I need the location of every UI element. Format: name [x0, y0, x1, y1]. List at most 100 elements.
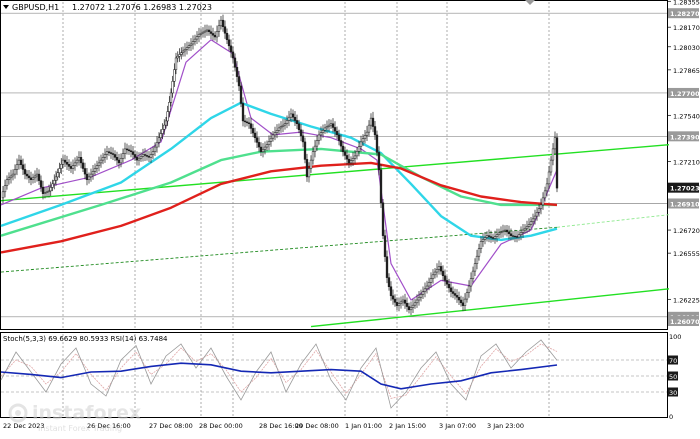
candle-body	[54, 176, 58, 181]
candle-body	[60, 164, 63, 169]
candle-body	[63, 159, 67, 163]
candle-body	[97, 162, 101, 166]
candle-body	[311, 151, 315, 161]
candle-body	[101, 157, 105, 161]
candle-body	[9, 175, 13, 179]
candle-body	[437, 266, 441, 270]
candle-body	[113, 154, 117, 158]
candle-body	[157, 137, 161, 143]
candle-body	[553, 137, 557, 150]
candle-body	[171, 81, 174, 94]
candle-body	[391, 295, 395, 300]
candle-body	[255, 137, 259, 143]
candle-body	[291, 113, 295, 118]
candle-body	[164, 120, 168, 126]
candle-body	[31, 177, 35, 180]
candle-body	[168, 102, 171, 112]
candle-body	[327, 124, 331, 127]
candle-body	[287, 116, 291, 121]
oscillator-tick-label: 30	[669, 389, 677, 397]
candle-body	[531, 218, 535, 222]
candle-body	[1, 191, 5, 199]
candle-body	[525, 226, 529, 229]
candle-body	[551, 148, 555, 161]
chart-canvas[interactable]: 1.28355 1.28170 1.28030 1.27865 1.27540 1.272…	[0, 0, 700, 435]
candle-body	[103, 154, 107, 158]
candle-body	[419, 294, 423, 298]
candle-body	[75, 159, 79, 164]
candle-body	[251, 128, 255, 134]
candle-body	[527, 224, 531, 227]
candle-body	[237, 76, 241, 87]
x-axis-label: 3 Jan 07:00	[439, 422, 476, 430]
chart-window: 1.28355 1.28170 1.28030 1.27865 1.27540 1.272…	[0, 0, 700, 435]
candle-body	[155, 142, 159, 148]
candle-body	[223, 26, 227, 34]
candle-body	[51, 183, 54, 188]
y-axis-tick-label: 1.26720	[673, 227, 700, 235]
level-price-label: 1.28270	[670, 10, 700, 18]
candle-body	[485, 235, 489, 238]
candle-body	[429, 278, 433, 283]
candle-body	[135, 157, 139, 161]
candle-body	[409, 307, 413, 311]
candle-body	[273, 132, 277, 136]
candle-body	[481, 239, 485, 242]
candle-body	[11, 173, 15, 177]
candle-body	[539, 204, 543, 209]
candle-body	[433, 271, 437, 276]
candle-body	[231, 51, 235, 59]
candle-body	[499, 231, 503, 234]
candle-body	[178, 54, 181, 57]
candle-body	[245, 121, 249, 124]
level-price-label: 1.27700	[670, 90, 700, 98]
candle-body	[277, 127, 281, 131]
candle-body	[299, 129, 303, 137]
candle-body	[243, 120, 247, 123]
candle-body	[293, 116, 297, 121]
watermark-tagline: Instant Forex Trading	[38, 424, 122, 433]
candle-body	[375, 134, 379, 153]
candle-body	[309, 159, 313, 169]
candle-body	[439, 266, 443, 272]
candle-body	[129, 150, 133, 152]
candle-body	[529, 221, 533, 225]
candle-body	[443, 275, 447, 281]
candle-body	[279, 126, 283, 129]
candle-body	[325, 126, 329, 129]
candle-body	[463, 298, 467, 306]
candle-body	[227, 39, 231, 47]
candle-body	[93, 168, 97, 172]
level-price-label: 1.27390	[670, 133, 700, 141]
candle-body	[459, 299, 463, 304]
candle-body	[517, 234, 521, 238]
candle-body	[99, 159, 103, 164]
candle-body	[301, 135, 305, 143]
oscillator-tick-label: 0	[669, 413, 673, 421]
candle-body	[176, 55, 179, 59]
candle-body	[139, 156, 143, 159]
candle-body	[271, 134, 275, 139]
candle-body	[119, 157, 123, 164]
candle-body	[495, 234, 499, 237]
x-axis-label: 2 Jan 15:00	[389, 422, 426, 430]
candle-body	[187, 45, 191, 48]
candle-body	[17, 159, 21, 166]
oscillator-tick-label: 50	[669, 373, 677, 381]
candle-body	[339, 140, 343, 147]
y-axis-tick-label: 1.28170	[673, 24, 700, 32]
candle-body	[121, 153, 125, 159]
x-axis-label: 3 Jan 23:00	[487, 422, 524, 430]
candle-body	[395, 302, 399, 306]
candle-body	[107, 151, 111, 153]
candle-body	[455, 295, 459, 298]
candle-body	[363, 135, 367, 139]
candle-body	[25, 173, 29, 177]
candle-body	[225, 32, 229, 41]
candle-body	[35, 173, 39, 177]
candle-body	[174, 57, 178, 70]
candle-body	[23, 169, 27, 175]
ohlc-readout: 1.27072 1.27076 1.26983 1.27023	[72, 3, 212, 12]
candle-body	[533, 215, 537, 220]
candle-body	[477, 248, 481, 257]
